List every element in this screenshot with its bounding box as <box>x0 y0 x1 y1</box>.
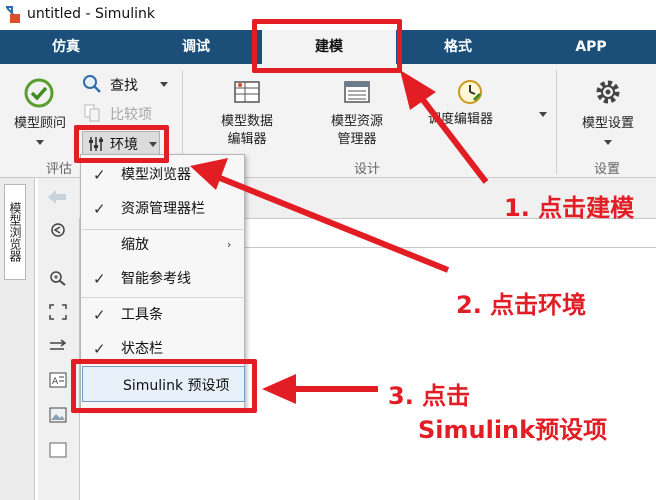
gear-icon <box>596 80 620 104</box>
model-explorer-icon <box>344 81 370 103</box>
tab-format[interactable]: 格式 <box>412 30 504 64</box>
back-arrow-icon[interactable] <box>46 188 68 206</box>
checkmark-icon: ✓ <box>93 270 106 288</box>
model-explorer-button[interactable]: 模型资源 管理器 <box>320 76 394 156</box>
find-label: 查找 <box>110 78 138 94</box>
chevron-right-icon: › <box>227 238 232 251</box>
schedule-editor-icon <box>458 80 482 104</box>
model-explorer-label-1: 模型资源 <box>330 114 383 129</box>
box-icon[interactable] <box>49 442 67 458</box>
tab-debug[interactable]: 调试 <box>150 30 242 64</box>
model-data-editor-label-1: 模型数据 <box>220 114 273 129</box>
menu-item-smart-guides[interactable]: ✓ 智能参考线 <box>81 263 244 295</box>
arrow-icon[interactable] <box>49 338 67 354</box>
menu-divider <box>82 297 245 298</box>
menu-item-label: 智能参考线 <box>121 271 191 287</box>
highlight-preferences-item <box>71 359 257 413</box>
highlight-environment-button <box>74 125 169 163</box>
side-tab-model-browser[interactable]: 模型浏览器 <box>4 184 26 280</box>
tab-apps[interactable]: APP <box>545 30 637 64</box>
chevron-down-icon <box>604 140 612 145</box>
search-icon <box>83 75 101 93</box>
menu-item-label: 模型浏览器 <box>121 167 191 183</box>
group-label-evaluate: 评估 <box>46 162 73 177</box>
checkmark-icon: ✓ <box>93 200 106 218</box>
ribbon-divider <box>556 70 557 174</box>
group-label-design: 设计 <box>354 162 381 177</box>
chevron-down-icon[interactable] <box>539 112 547 117</box>
hide-browser-icon[interactable] <box>49 222 67 238</box>
model-explorer-label-2: 管理器 <box>337 132 377 147</box>
zoom-icon[interactable] <box>49 270 67 286</box>
image-icon[interactable] <box>49 407 67 423</box>
menu-item-label: 资源管理器栏 <box>121 201 205 217</box>
checkmark-icon <box>24 78 54 108</box>
group-label-setup: 设置 <box>594 162 621 177</box>
highlight-modeling-tab <box>252 19 402 73</box>
menu-item-zoom[interactable]: 缩放 › <box>81 229 244 261</box>
schedule-editor-label: 调度编辑器 <box>428 112 494 127</box>
menu-item-model-browser[interactable]: ✓ 模型浏览器 <box>81 159 244 191</box>
simulink-logo-icon <box>6 6 20 23</box>
compare-label: 比较项 <box>110 107 152 123</box>
svg-text:A: A <box>52 377 59 387</box>
model-settings-label: 模型设置 <box>581 116 634 131</box>
menu-item-toolbar[interactable]: ✓ 工具条 <box>81 299 244 331</box>
compare-button[interactable]: 比较项 <box>82 102 172 124</box>
fit-icon[interactable] <box>49 304 67 320</box>
text-icon[interactable]: A <box>49 372 67 388</box>
tab-simulation[interactable]: 仿真 <box>20 30 112 64</box>
model-data-editor-label-2: 编辑器 <box>227 132 267 147</box>
schedule-editor-button[interactable]: 调度编辑器 <box>428 76 518 136</box>
model-data-editor-button[interactable]: 模型数据 编辑器 <box>210 76 284 156</box>
chevron-down-icon <box>36 140 44 145</box>
find-button[interactable]: 查找 <box>82 74 172 96</box>
chevron-down-icon <box>160 82 168 87</box>
checkmark-icon: ✓ <box>93 306 106 324</box>
model-settings-button[interactable]: 模型设置 <box>572 76 644 156</box>
model-advisor-button[interactable]: 模型顾问 <box>4 72 76 152</box>
menu-item-explorer-bar[interactable]: ✓ 资源管理器栏 <box>81 193 244 225</box>
window-title: untitled - Simulink <box>27 6 156 22</box>
menu-item-label: 工具条 <box>121 307 163 323</box>
model-advisor-label: 模型顾问 <box>13 116 66 131</box>
menu-item-label: 缩放 <box>121 237 149 253</box>
annotation-step1: 1. 点击建模 <box>504 194 635 222</box>
arrowhead-step3 <box>262 374 296 404</box>
annotation-step3-line2: Simulink预设项 <box>418 416 608 444</box>
checkmark-icon: ✓ <box>93 166 106 184</box>
annotation-step2: 2. 点击环境 <box>456 291 587 319</box>
compare-icon <box>84 104 100 122</box>
annotation-step3-line1: 3. 点击 <box>388 382 471 410</box>
model-data-editor-icon <box>234 81 260 103</box>
